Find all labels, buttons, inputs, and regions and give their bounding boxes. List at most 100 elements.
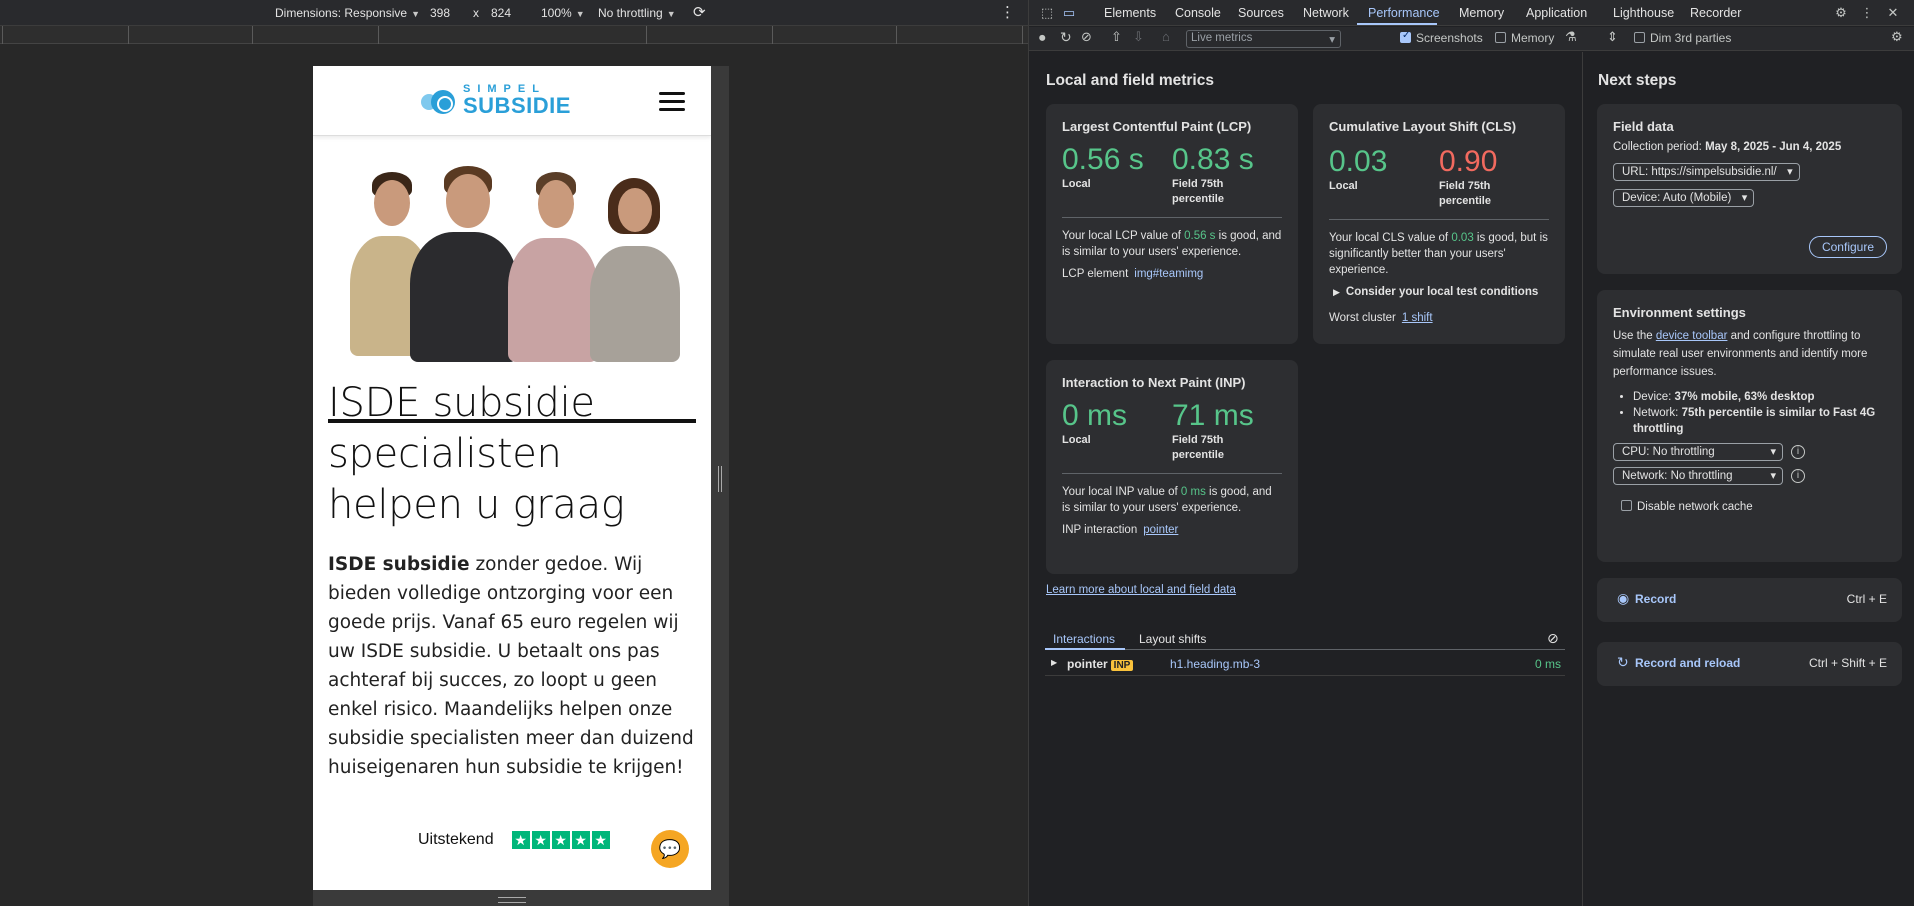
times-label: x (473, 6, 479, 20)
interaction-type: pointer INP (1067, 657, 1134, 671)
trustpilot-widget[interactable]: Uitstekend ★ ★ ★ ★ ★ (418, 831, 612, 849)
dimensions-dropdown[interactable]: Dimensions: Responsive ▼ (275, 6, 420, 20)
triangle-right-icon: ▶ (1333, 287, 1340, 297)
upload-icon[interactable]: ⇧ (1111, 29, 1122, 45)
device-select[interactable]: Device: Auto (Mobile) (1613, 189, 1755, 207)
cls-local-value: 0.03 (1329, 145, 1388, 178)
width-input[interactable]: 398 (430, 6, 450, 20)
zoom-dropdown[interactable]: 100% ▼ (541, 6, 585, 20)
chevron-down-icon: ▾ (1329, 34, 1335, 46)
tab-performance[interactable]: Performance (1368, 6, 1440, 20)
next-steps-column: Next steps Field data Collection period:… (1582, 52, 1914, 906)
gear-icon[interactable]: ⚙ (1891, 29, 1903, 45)
close-icon[interactable]: ✕ (1885, 5, 1901, 21)
record-button[interactable]: ◉ Record Ctrl + E (1597, 578, 1902, 622)
checkbox-icon (1495, 32, 1506, 43)
network-throttling-select[interactable]: Network: No throttling (1613, 467, 1783, 485)
device-bullet: Device: 37% mobile, 63% desktop (1633, 389, 1886, 405)
clear-icon[interactable]: ⊘ (1547, 630, 1559, 647)
inp-local-label: Local (1062, 434, 1091, 446)
interaction-row[interactable]: ▶ pointer INP h1.heading.mb-3 0 ms (1045, 654, 1565, 676)
configure-button[interactable]: Configure (1808, 236, 1887, 258)
field-data-card: Field data Collection period: May 8, 202… (1597, 104, 1902, 274)
throttling-dropdown[interactable]: No throttling ▼ (598, 6, 676, 20)
tab-application[interactable]: Application (1526, 6, 1587, 20)
divider (1062, 217, 1282, 218)
worst-cluster-link[interactable]: 1 shift (1402, 312, 1433, 324)
tab-sources[interactable]: Sources (1238, 6, 1284, 20)
cpu-throttling-select[interactable]: CPU: No throttling (1613, 443, 1783, 461)
tab-recorder[interactable]: Recorder (1690, 6, 1741, 20)
device-toolbar-link[interactable]: device toolbar (1656, 330, 1728, 342)
download-icon[interactable]: ⇩ (1133, 29, 1144, 45)
media-query-ruler[interactable] (0, 26, 1028, 44)
record-icon[interactable]: ⏺ (1039, 30, 1046, 46)
device-toolbar-icon[interactable]: ▭ (1061, 5, 1077, 21)
emulated-page[interactable]: SIMPEL SUBSIDIE ISDE subsidie specialist… (313, 66, 711, 890)
env-bullets: Device: 37% mobile, 63% desktop Network:… (1633, 389, 1886, 437)
interaction-time: 0 ms (1534, 657, 1561, 671)
cls-card: Cumulative Layout Shift (CLS) 0.03 Local … (1313, 104, 1565, 344)
star-icon: ★ (511, 831, 530, 849)
chat-bubble-icon[interactable]: 💬 (651, 830, 689, 868)
trustpilot-stars: ★ ★ ★ ★ ★ (511, 831, 612, 849)
info-icon[interactable]: i (1791, 469, 1805, 483)
home-icon[interactable]: ⌂ (1162, 29, 1170, 44)
star-icon: ★ (531, 831, 550, 849)
hamburger-menu-icon[interactable] (659, 92, 685, 112)
hero-paragraph: ISDE subsidie zonder gedoe. Wij bieden v… (328, 550, 698, 782)
tab-lighthouse[interactable]: Lighthouse (1613, 6, 1674, 20)
environment-settings-card: Environment settings Use the device tool… (1597, 290, 1902, 562)
active-tab-indicator (1357, 23, 1437, 25)
inp-badge: INP (1110, 660, 1134, 671)
more-options-icon[interactable]: ⋮ (1000, 3, 1015, 21)
inp-interaction-link[interactable]: pointer (1143, 524, 1178, 536)
tab-console[interactable]: Console (1175, 6, 1221, 20)
tab-interactions[interactable]: Interactions (1053, 632, 1115, 646)
devtools-panel: ⬚ ▭ Elements Console Sources Network Per… (1028, 0, 1914, 906)
clear-icon[interactable]: ⊘ (1081, 29, 1092, 45)
devtools-tabbar: ⬚ ▭ Elements Console Sources Network Per… (1029, 0, 1914, 26)
tab-elements[interactable]: Elements (1104, 6, 1156, 20)
memory-checkbox[interactable]: Memory (1495, 31, 1554, 45)
split-icon[interactable]: ⇕ (1607, 29, 1618, 45)
logo-bottom-text: SUBSIDIE (463, 93, 571, 118)
inspect-element-icon[interactable]: ⬚ (1039, 5, 1055, 21)
consider-conditions-toggle[interactable]: ▶ Consider your local test conditions (1329, 286, 1549, 298)
cls-field-label: Field 75th percentile (1439, 180, 1491, 207)
metrics-column: Local and field metrics Largest Contentf… (1029, 52, 1582, 906)
site-logo[interactable]: SIMPEL SUBSIDIE (421, 84, 571, 117)
chevron-down-icon: ▼ (411, 9, 420, 19)
record-reload-shortcut: Ctrl + Shift + E (1808, 656, 1887, 670)
chevron-down-icon: ▼ (575, 9, 585, 19)
url-select[interactable]: URL: https://simpelsubsidie.nl/ (1613, 163, 1800, 181)
lcp-title: Largest Contentful Paint (LCP) (1062, 119, 1252, 134)
resize-handle-icon[interactable] (718, 466, 722, 492)
lcp-field-label: Field 75th percentile (1172, 178, 1224, 205)
lcp-element-row: LCP element img#teamimg (1062, 268, 1204, 280)
cls-field-value: 0.90 (1439, 145, 1498, 178)
more-options-icon[interactable]: ⋮ (1859, 5, 1875, 21)
tab-network[interactable]: Network (1303, 6, 1349, 20)
reload-icon[interactable]: ↻ (1060, 29, 1072, 46)
dim-3rd-parties-checkbox[interactable]: Dim 3rd parties (1634, 31, 1731, 45)
rotate-icon[interactable]: ⟳ (693, 3, 706, 21)
screenshots-checkbox[interactable]: Screenshots (1400, 30, 1483, 45)
lcp-element-link[interactable]: img#teamimg (1134, 268, 1203, 280)
capture-settings-icon[interactable]: ⚗ (1565, 29, 1577, 45)
hero-paragraph-text: zonder gedoe. Wij bieden volledige ontzo… (328, 554, 694, 778)
learn-more-link[interactable]: Learn more about local and field data (1046, 582, 1236, 598)
live-metrics-select[interactable]: Live metrics ▾ (1186, 30, 1341, 48)
height-input[interactable]: 824 (491, 6, 511, 20)
interaction-target-link[interactable]: h1.heading.mb-3 (1170, 657, 1260, 671)
gear-icon[interactable]: ⚙ (1833, 5, 1849, 21)
worst-cluster-row: Worst cluster 1 shift (1329, 312, 1433, 324)
info-icon[interactable]: i (1791, 445, 1805, 459)
hero-paragraph-bold: ISDE subsidie (328, 554, 470, 575)
resize-handle-bottom-icon[interactable] (498, 897, 526, 903)
disable-cache-checkbox[interactable]: Disable network cache (1621, 499, 1886, 515)
record-and-reload-button[interactable]: ↻ Record and reload Ctrl + Shift + E (1597, 642, 1902, 686)
chevron-down-icon: ▼ (666, 9, 676, 19)
tab-memory[interactable]: Memory (1459, 6, 1504, 20)
tab-layout-shifts[interactable]: Layout shifts (1139, 632, 1206, 646)
